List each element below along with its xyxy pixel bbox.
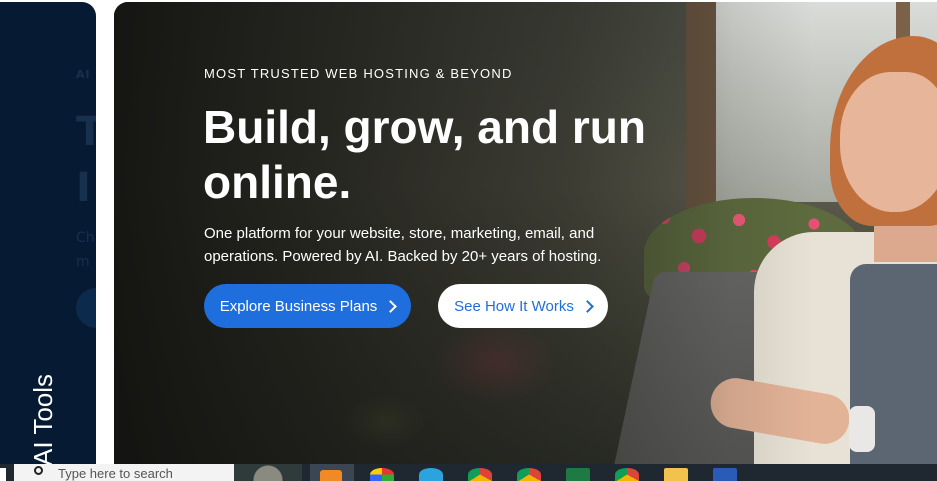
side-slide-eyebrow: AI: [76, 68, 91, 81]
see-how-it-works-label: See How It Works: [454, 297, 574, 315]
chevron-right-icon: [384, 300, 398, 313]
word-icon[interactable]: [713, 468, 737, 481]
taskbar-search-box[interactable]: Type here to search: [14, 464, 234, 481]
hero-eyebrow: MOST TRUSTED WEB HOSTING & BEYOND: [204, 66, 513, 81]
chrome-icon[interactable]: [517, 468, 541, 481]
chevron-right-icon: [581, 300, 594, 313]
side-carousel-slide[interactable]: AI T I Ch m AI Tools: [0, 2, 96, 464]
explore-business-plans-button[interactable]: Explore Business Plans: [204, 284, 411, 328]
hero-banner: MOST TRUSTED WEB HOSTING & BEYOND Build,…: [114, 2, 937, 464]
hero-headline: Build, grow, and run online.: [203, 101, 646, 208]
windows-taskbar: Type here to search: [0, 464, 937, 481]
side-slide-title: T I: [76, 109, 96, 211]
ai-tools-tab-label[interactable]: AI Tools: [28, 374, 59, 464]
start-icon[interactable]: [0, 468, 6, 481]
file-explorer-icon[interactable]: [664, 468, 688, 481]
taskbar-active-app[interactable]: [310, 464, 354, 481]
side-slide-text: Ch m: [76, 230, 95, 270]
telegram-icon[interactable]: [419, 468, 443, 481]
explore-business-plans-label: Explore Business Plans: [219, 297, 378, 315]
sun-app-icon: [320, 470, 342, 481]
page: AI T I Ch m AI Tools MOST TRUSTED WEB HO…: [0, 0, 937, 481]
user-avatar-icon[interactable]: [234, 464, 302, 481]
chrome-icon[interactable]: [615, 468, 639, 481]
taskbar-search-placeholder: Type here to search: [58, 466, 173, 481]
excel-icon[interactable]: [566, 468, 590, 481]
chrome-icon[interactable]: [468, 468, 492, 481]
hero-subtext: One platform for your website, store, ma…: [204, 225, 602, 265]
search-icon: [34, 466, 43, 475]
side-slide-button[interactable]: [76, 288, 96, 328]
see-how-it-works-button[interactable]: See How It Works: [438, 284, 608, 328]
picasa-icon[interactable]: [370, 468, 394, 481]
